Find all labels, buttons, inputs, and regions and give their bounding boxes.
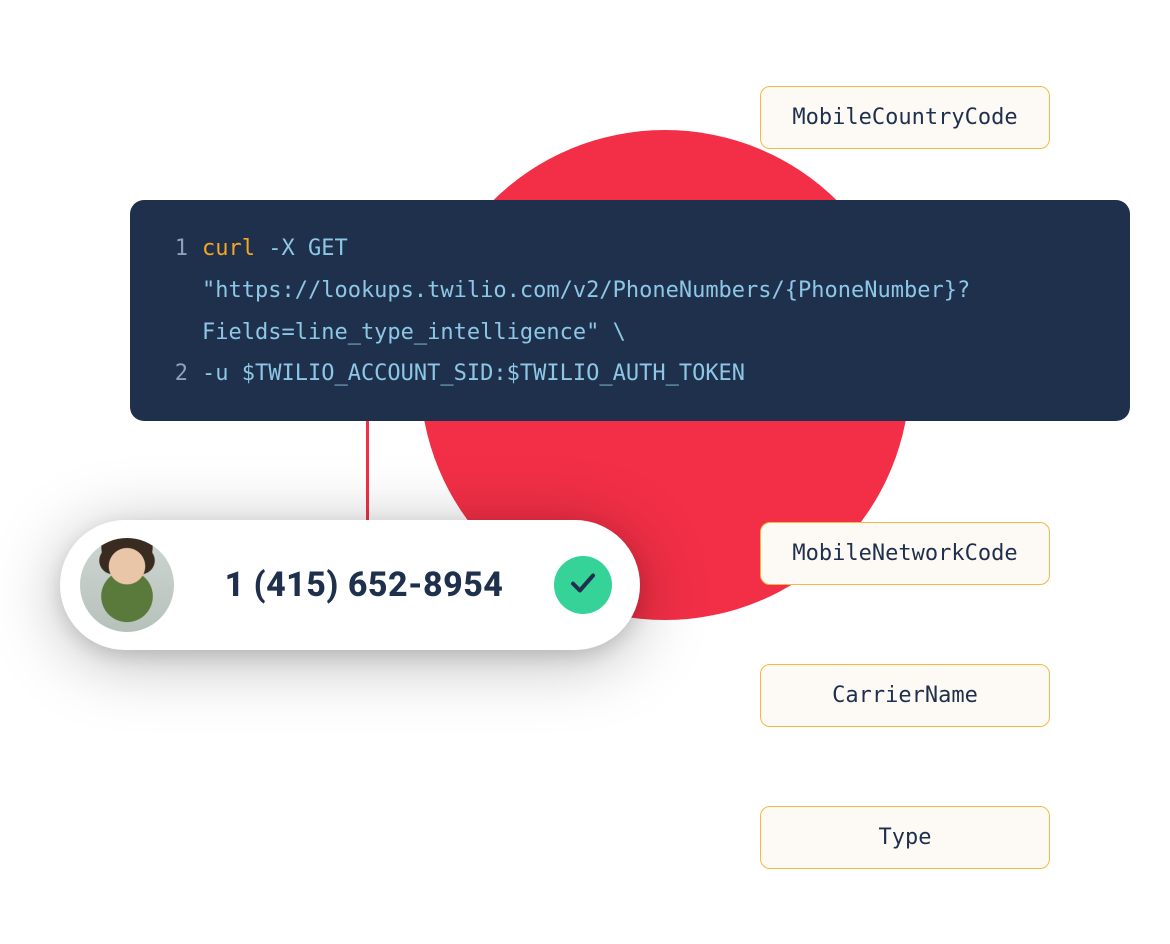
- chip-label: Type: [879, 825, 932, 850]
- valid-check-badge: [554, 556, 612, 614]
- response-field-chip: Type: [760, 806, 1050, 869]
- phone-pill: 1 (415) 652-8954: [60, 520, 640, 650]
- response-field-chip: MobileNetworkCode: [760, 522, 1050, 585]
- code-text: curl -X GET "https://lookups.twilio.com/…: [202, 228, 1100, 353]
- check-icon: [568, 568, 598, 602]
- code-block: 1 curl -X GET "https://lookups.twilio.com…: [130, 200, 1130, 421]
- response-field-chip: CarrierName: [760, 664, 1050, 727]
- code-line: 1 curl -X GET "https://lookups.twilio.com…: [160, 228, 1100, 353]
- illustration-stage: 1 curl -X GET "https://lookups.twilio.com…: [0, 0, 1170, 944]
- avatar: [80, 538, 174, 632]
- code-line: 2 -u $TWILIO_ACCOUNT_SID:$TWILIO_AUTH_TOK…: [160, 353, 1100, 395]
- chip-label: CarrierName: [832, 683, 978, 708]
- chip-label: MobileCountryCode: [792, 105, 1017, 130]
- code-text: -u $TWILIO_ACCOUNT_SID:$TWILIO_AUTH_TOKE…: [202, 353, 745, 395]
- line-number: 1: [160, 228, 188, 270]
- phone-number: 1 (415) 652-8954: [174, 565, 554, 605]
- chip-label: MobileNetworkCode: [792, 541, 1017, 566]
- response-field-chip: MobileCountryCode: [760, 86, 1050, 149]
- line-number: 2: [160, 353, 188, 395]
